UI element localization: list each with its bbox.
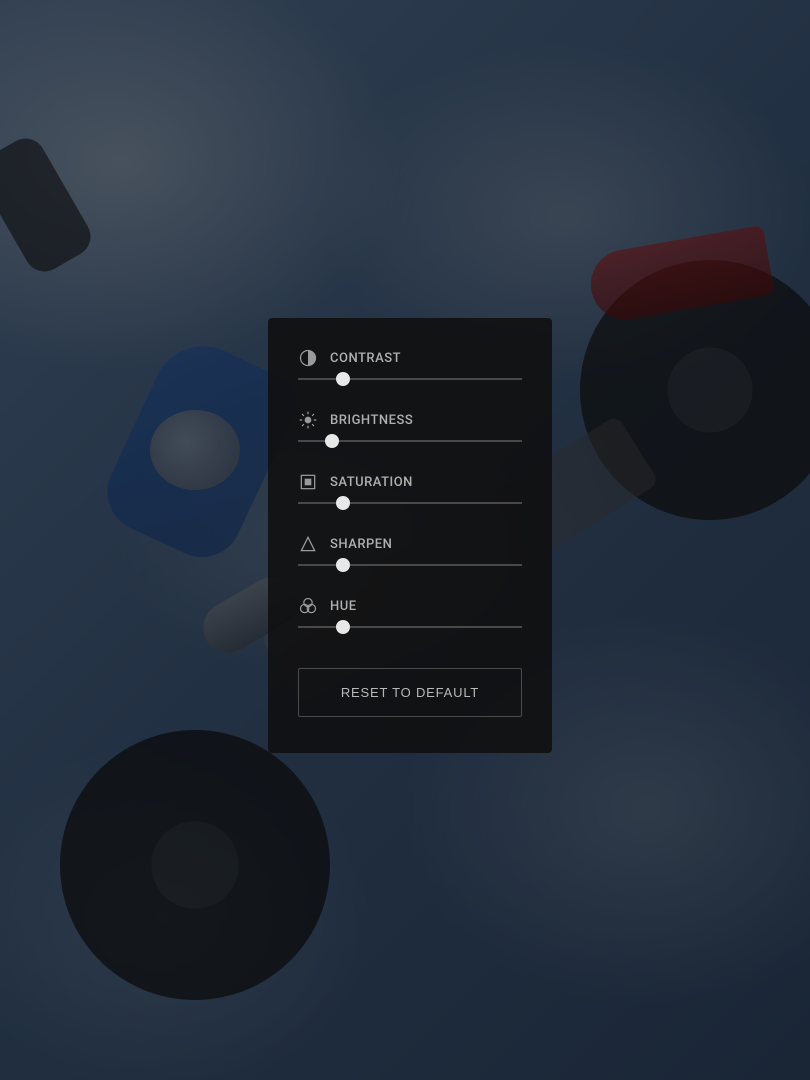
- sharpen-label: SHARPEN: [330, 537, 392, 552]
- saturation-slider-thumb[interactable]: [336, 496, 350, 510]
- contrast-slider-thumb[interactable]: [336, 372, 350, 386]
- saturation-control: SATURATION: [298, 472, 522, 504]
- saturation-icon: [298, 472, 318, 492]
- image-adjustments-panel: CONTRAST BRIGHTNESS: [268, 318, 552, 753]
- brightness-slider-thumb[interactable]: [325, 434, 339, 448]
- sharpen-slider-thumb[interactable]: [336, 558, 350, 572]
- saturation-label: SATURATION: [330, 475, 413, 490]
- hue-control: HUE: [298, 596, 522, 628]
- brightness-control: BRIGHTNESS: [298, 410, 522, 442]
- brightness-slider[interactable]: [298, 440, 522, 442]
- brightness-icon: [298, 410, 318, 430]
- contrast-icon: [298, 348, 318, 368]
- sharpen-control: SHARPEN: [298, 534, 522, 566]
- reset-button[interactable]: RESET TO DEFAULT: [298, 668, 522, 717]
- hue-label: HUE: [330, 599, 357, 614]
- contrast-label: CONTRAST: [330, 351, 401, 366]
- contrast-slider[interactable]: [298, 378, 522, 380]
- sharpen-slider[interactable]: [298, 564, 522, 566]
- brightness-label: BRIGHTNESS: [330, 413, 413, 428]
- hue-slider[interactable]: [298, 626, 522, 628]
- contrast-control: CONTRAST: [298, 348, 522, 380]
- hue-slider-thumb[interactable]: [336, 620, 350, 634]
- saturation-slider[interactable]: [298, 502, 522, 504]
- hue-icon: [298, 596, 318, 616]
- sharpen-icon: [298, 534, 318, 554]
